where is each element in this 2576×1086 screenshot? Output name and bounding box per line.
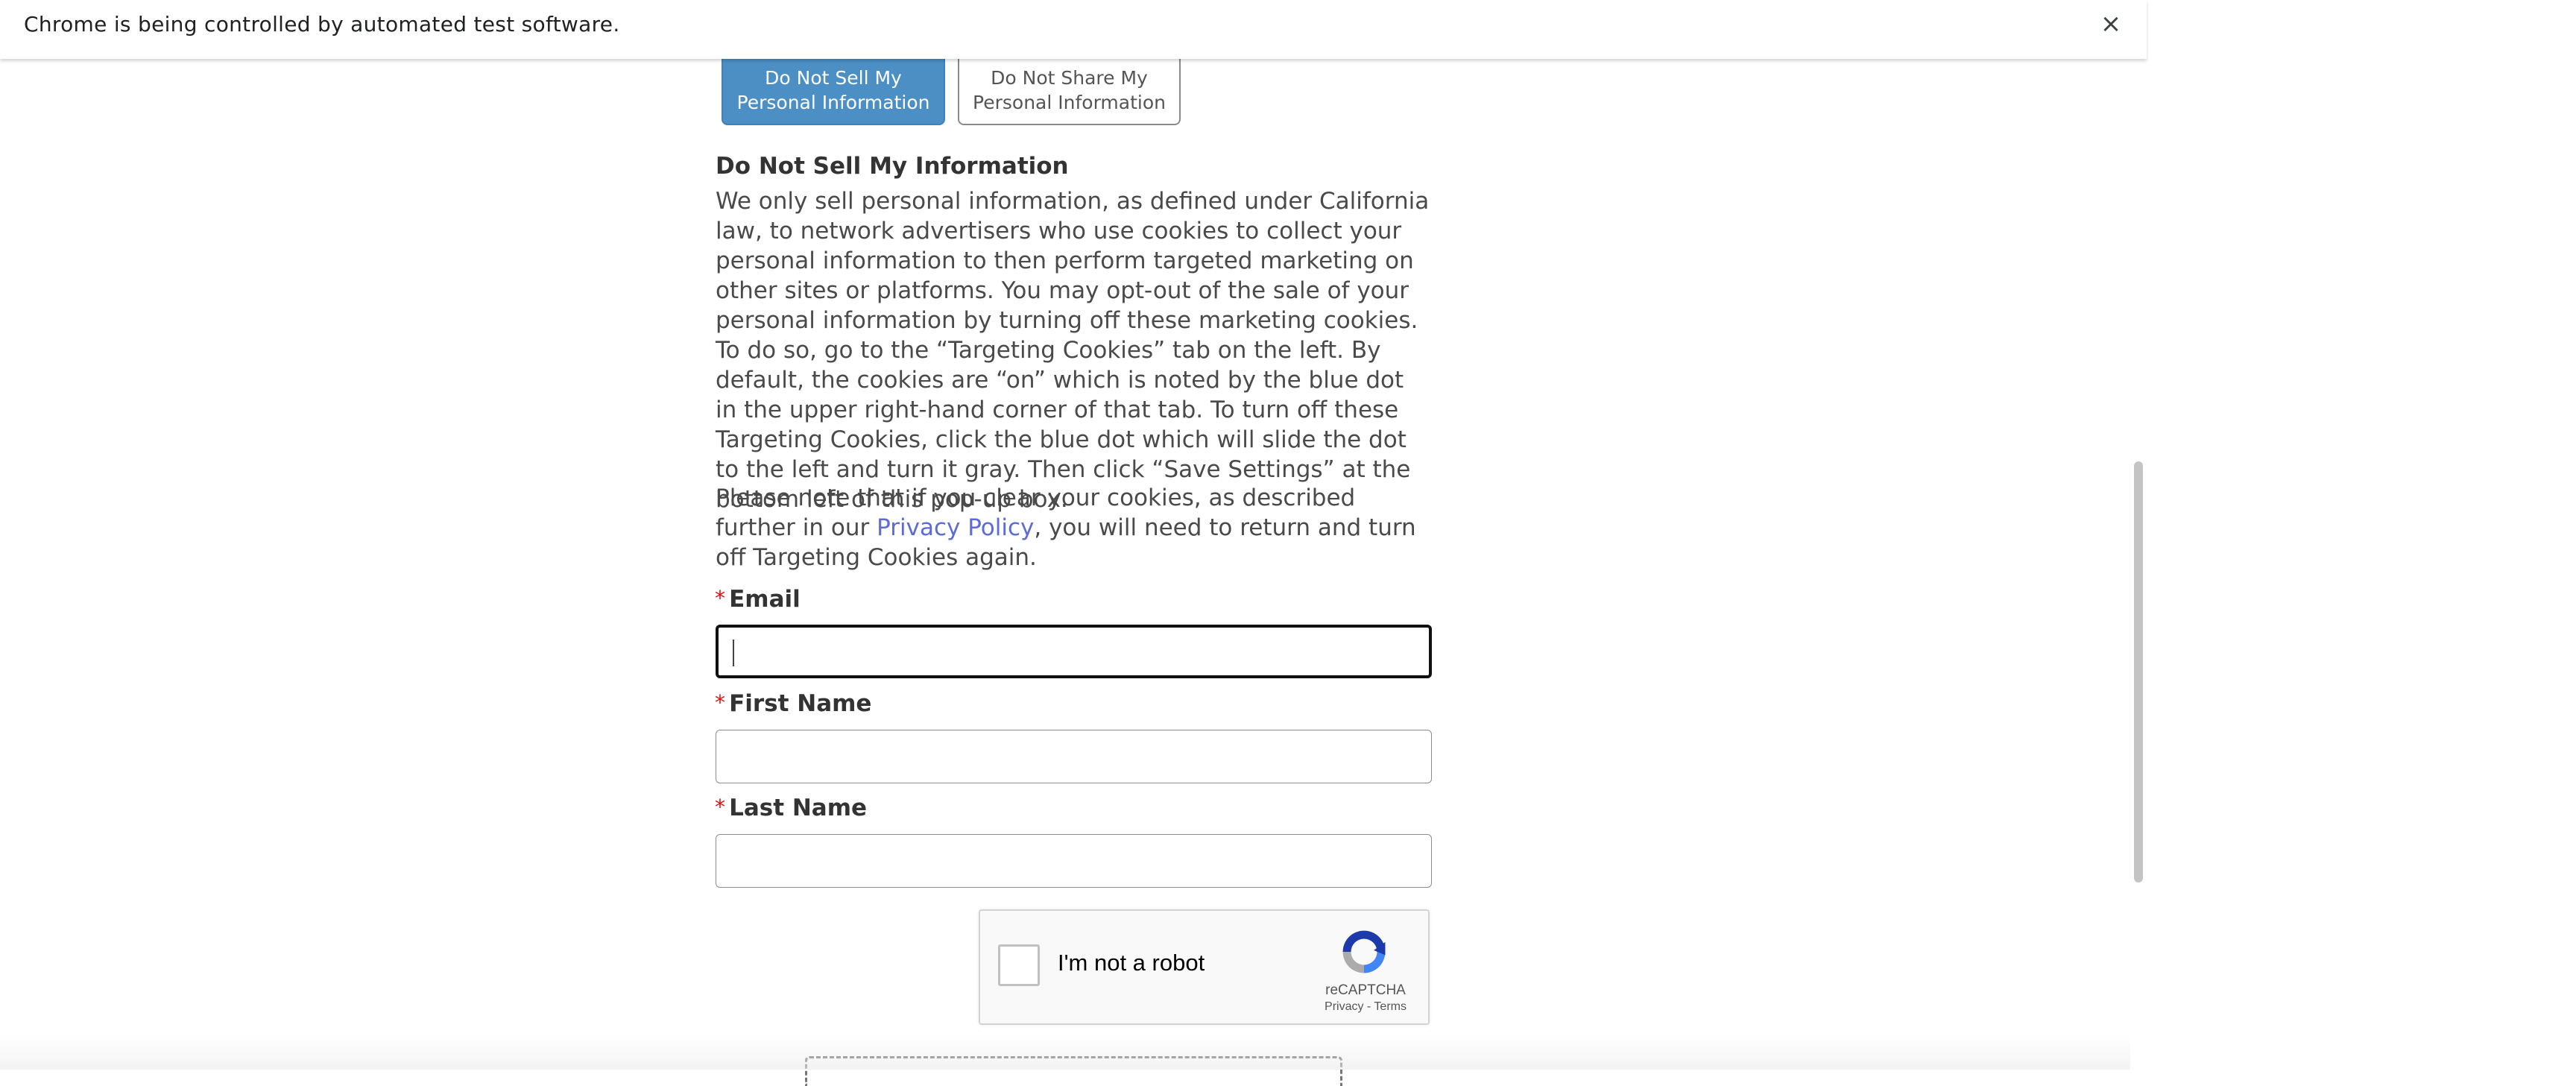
tab-label-line1: Do Not Sell My bbox=[765, 67, 902, 89]
infobar-message: Chrome is being controlled by automated … bbox=[24, 12, 620, 37]
section-body: We only sell personal information, as de… bbox=[716, 188, 1430, 513]
first-name-label-text: First Name bbox=[729, 690, 872, 717]
last-name-label-text: Last Name bbox=[729, 795, 868, 821]
text-caret bbox=[733, 640, 734, 666]
section-title: Do Not Sell My Information bbox=[716, 153, 1069, 180]
privacy-note: Please note that if you clear your cooki… bbox=[716, 483, 1431, 572]
recaptcha-brand: reCAPTCHA bbox=[1325, 982, 1406, 998]
recaptcha-checkbox[interactable] bbox=[998, 944, 1040, 986]
scrollbar-thumb[interactable] bbox=[2134, 461, 2143, 883]
first-name-label: * First Name bbox=[715, 690, 871, 717]
recaptcha-widget: I'm not a robot reCAPTCHA Privacy - Term… bbox=[979, 909, 1430, 1025]
recaptcha-logo-icon bbox=[1342, 930, 1386, 973]
recaptcha-privacy-terms[interactable]: Privacy - Terms bbox=[1317, 1000, 1414, 1014]
tab-label-line1: Do Not Share My bbox=[991, 67, 1148, 89]
tab-label-line2: Personal Information bbox=[973, 92, 1166, 113]
recaptcha-label: I'm not a robot bbox=[1058, 950, 1205, 976]
email-label: * Email bbox=[715, 586, 801, 613]
save-settings-button[interactable] bbox=[805, 1056, 1342, 1086]
privacy-policy-link[interactable]: Privacy Policy bbox=[877, 514, 1034, 541]
last-name-label: * Last Name bbox=[715, 795, 867, 821]
first-name-field[interactable] bbox=[716, 730, 1432, 783]
page-margin bbox=[2147, 0, 2576, 1070]
email-field[interactable] bbox=[716, 625, 1432, 678]
email-label-text: Email bbox=[729, 586, 801, 613]
last-name-field[interactable] bbox=[716, 834, 1432, 888]
required-asterisk: * bbox=[715, 586, 725, 610]
required-asterisk: * bbox=[715, 690, 725, 715]
automation-infobar: Chrome is being controlled by automated … bbox=[0, 0, 2147, 59]
required-asterisk: * bbox=[715, 795, 725, 819]
close-icon[interactable]: × bbox=[2097, 10, 2124, 37]
tab-label-line2: Personal Information bbox=[736, 92, 930, 113]
